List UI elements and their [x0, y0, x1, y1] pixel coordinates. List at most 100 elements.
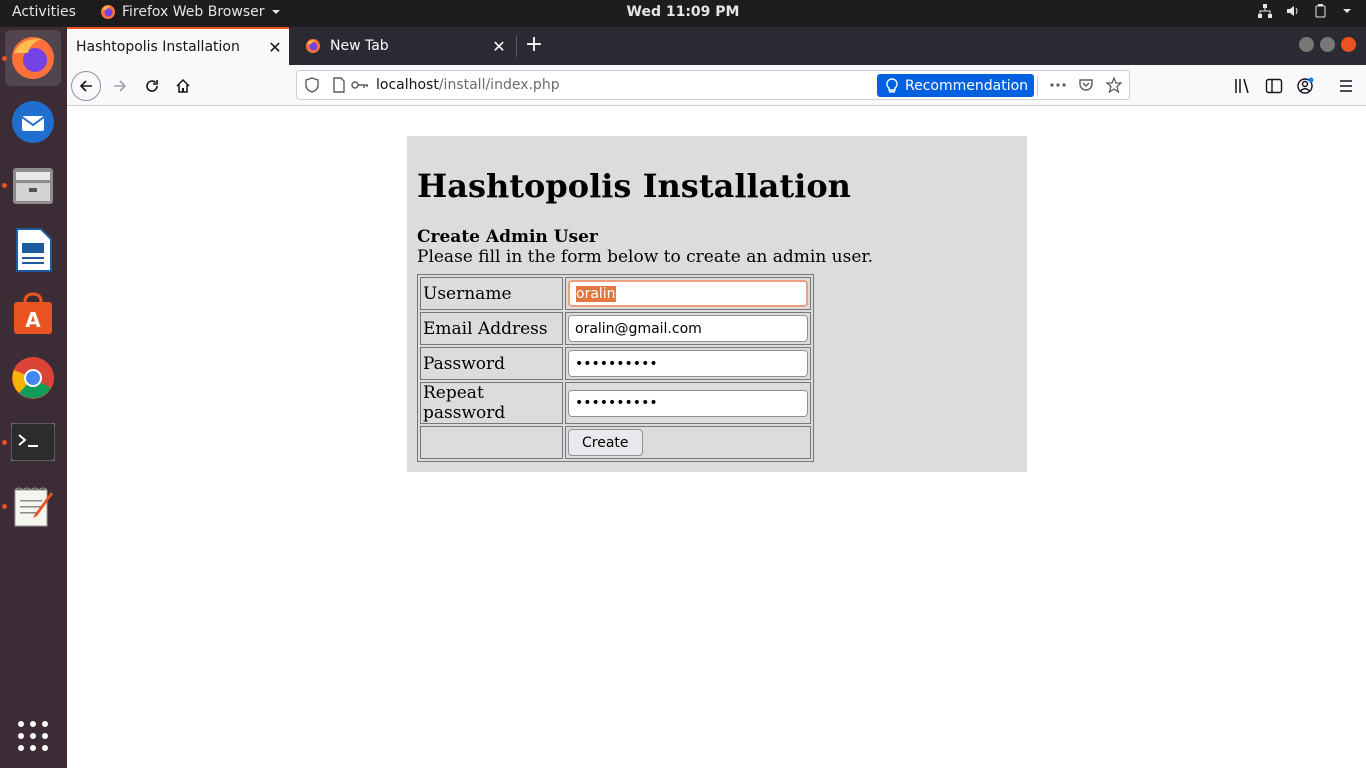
close-window-button[interactable] [1341, 37, 1356, 52]
lightbulb-icon [886, 77, 898, 92]
dock-writer[interactable] [5, 222, 61, 278]
form-row-submit: Create [420, 426, 811, 459]
dock-software[interactable]: A [5, 286, 61, 342]
section-description: Please fill in the form below to create … [417, 247, 874, 267]
svg-text:A: A [25, 308, 41, 332]
home-button[interactable] [168, 71, 198, 101]
sidebar-icon[interactable] [1265, 77, 1283, 95]
tab-separator [516, 35, 517, 57]
username-label: Username [420, 277, 563, 310]
tab-strip: Hashtopolis Installation ✕ New Tab ✕ + [67, 27, 1366, 65]
pocket-icon[interactable] [1078, 77, 1094, 93]
account-icon[interactable] [1296, 77, 1314, 95]
app-grid-icon [18, 721, 48, 751]
forward-button[interactable] [105, 71, 135, 101]
dock-firefox[interactable] [5, 30, 61, 86]
section-title: Create Admin User [417, 227, 598, 247]
page-content: Hashtopolis Installation Create Admin Us… [67, 106, 1366, 768]
navigation-toolbar: localhost/install/index.php Recommendati… [67, 65, 1366, 106]
tab-title: New Tab [330, 38, 389, 54]
close-icon[interactable]: ✕ [261, 38, 289, 57]
admin-user-form: Username oralin Email Address Password R… [417, 274, 814, 462]
url-host: localhost [376, 77, 439, 93]
empty-cell [420, 426, 563, 459]
running-indicator [2, 56, 7, 61]
star-icon[interactable] [1106, 77, 1122, 93]
recommendation-label: Recommendation [905, 77, 1029, 94]
form-row-password: Password [420, 347, 811, 380]
arrow-left-icon [79, 80, 92, 92]
dock-chrome[interactable] [5, 350, 61, 406]
page-title: Hashtopolis Installation [417, 167, 851, 205]
form-row-email: Email Address [420, 312, 811, 345]
firefox-icon [306, 39, 320, 53]
chevron-down-icon [1343, 9, 1351, 13]
shopping-bag-icon: A [14, 292, 52, 334]
app-menu[interactable]: Firefox Web Browser [100, 4, 281, 20]
system-top-bar: Activities Firefox Web Browser Wed 11:09… [0, 0, 1366, 27]
username-input[interactable]: oralin [568, 280, 808, 307]
system-tray[interactable] [1258, 4, 1352, 18]
text-editor-icon [14, 487, 53, 527]
window-controls [1299, 37, 1356, 52]
maximize-button[interactable] [1320, 37, 1335, 52]
battery-icon[interactable] [1314, 4, 1328, 18]
reload-icon [146, 80, 158, 92]
password-label: Password [420, 347, 563, 380]
install-panel: Hashtopolis Installation Create Admin Us… [407, 136, 1027, 472]
browser-window: Hashtopolis Installation ✕ New Tab ✕ + l… [67, 27, 1366, 768]
dock-thunderbird[interactable] [5, 94, 61, 150]
repeat-password-label: Repeat password [420, 382, 563, 424]
username-value: oralin [576, 285, 616, 302]
url-separator [1037, 76, 1038, 96]
running-indicator [2, 183, 7, 188]
url-text[interactable]: localhost/install/index.php [376, 77, 560, 93]
minimize-button[interactable] [1299, 37, 1314, 52]
email-input[interactable] [568, 315, 808, 342]
form-row-username: Username oralin [420, 277, 811, 310]
more-icon[interactable] [1049, 77, 1067, 93]
password-input[interactable] [568, 350, 808, 377]
running-indicator [2, 504, 7, 509]
chrome-icon [12, 357, 54, 399]
firefox-icon [101, 5, 115, 19]
new-tab-button[interactable]: + [523, 34, 545, 57]
network-icon[interactable] [1258, 4, 1272, 18]
file-cabinet-icon [13, 168, 53, 204]
document-icon [16, 228, 52, 272]
arrow-right-icon [114, 80, 127, 92]
menu-icon[interactable] [1337, 77, 1355, 95]
show-applications-button[interactable] [5, 708, 61, 764]
shield-icon[interactable] [304, 77, 320, 93]
dock: A [0, 27, 67, 768]
url-path: /install/index.php [438, 77, 560, 93]
url-bar[interactable]: localhost/install/index.php Recommendati… [296, 70, 1130, 100]
thunderbird-icon [12, 101, 54, 143]
home-icon [176, 78, 190, 93]
recommendation-button[interactable]: Recommendation [877, 74, 1035, 97]
create-button[interactable]: Create [568, 429, 643, 456]
tab-new-tab[interactable]: New Tab ✕ [295, 27, 513, 65]
app-menu-label: Firefox Web Browser [122, 4, 265, 20]
reload-button[interactable] [137, 71, 167, 101]
clock[interactable]: Wed 11:09 PM [627, 4, 740, 20]
page-icon[interactable] [331, 77, 347, 93]
close-icon[interactable]: ✕ [485, 37, 513, 56]
library-icon[interactable] [1233, 77, 1251, 95]
dock-terminal[interactable] [5, 414, 61, 470]
chevron-down-icon [271, 10, 280, 14]
running-indicator [2, 440, 7, 445]
email-label: Email Address [420, 312, 563, 345]
form-row-repeat-password: Repeat password [420, 382, 811, 424]
dock-text-editor[interactable] [5, 478, 61, 534]
tab-hashtopolis[interactable]: Hashtopolis Installation ✕ [67, 27, 289, 65]
dock-files[interactable] [5, 158, 61, 214]
key-icon[interactable] [351, 77, 369, 93]
firefox-icon [12, 37, 54, 79]
tab-title: Hashtopolis Installation [76, 39, 240, 55]
volume-icon[interactable] [1286, 4, 1300, 18]
activities-button[interactable]: Activities [12, 4, 76, 20]
repeat-password-input[interactable] [568, 389, 808, 417]
back-button[interactable] [71, 71, 101, 101]
terminal-icon [11, 423, 55, 461]
